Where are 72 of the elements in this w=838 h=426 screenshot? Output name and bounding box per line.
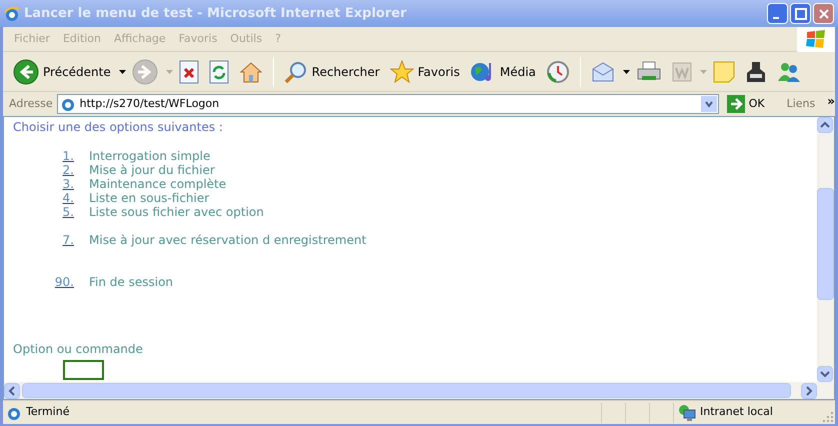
- option-link[interactable]: 5.: [62, 205, 74, 219]
- address-label: Adresse: [9, 96, 53, 112]
- minimize-icon: [773, 16, 779, 18]
- home-icon: [238, 60, 263, 84]
- option-label: Interrogation simple: [89, 149, 210, 163]
- network-computer-icon: [678, 404, 696, 422]
- note-icon: [712, 60, 735, 82]
- maximize-icon: [794, 8, 806, 20]
- option-link[interactable]: 1.: [62, 149, 74, 163]
- maximize-button[interactable]: [790, 3, 811, 24]
- caret-icon: [622, 70, 630, 74]
- option-link[interactable]: 4.: [62, 191, 74, 205]
- option-label: Liste sous fichier avec option: [89, 205, 264, 219]
- page-heading: Choisir une des options suivantes :: [13, 120, 224, 135]
- people-icon: [776, 60, 801, 82]
- command-field[interactable]: [63, 360, 104, 380]
- address-field[interactable]: http://s270/test/WFLogon: [56, 94, 719, 114]
- caret-icon: [118, 70, 126, 74]
- links-label[interactable]: Liens: [786, 96, 816, 112]
- resize-grip-icon[interactable]: [823, 412, 833, 422]
- search-icon: [284, 60, 308, 84]
- printer-icon: [636, 60, 662, 82]
- menu-item[interactable]: Outils: [230, 30, 262, 48]
- close-button[interactable]: [813, 3, 834, 24]
- scroll-down-button[interactable]: [817, 366, 833, 382]
- history-clock-icon: [546, 60, 570, 84]
- dropdown-button[interactable]: [700, 96, 717, 112]
- mail-icon: [590, 60, 615, 82]
- scroll-left-button[interactable]: [4, 382, 20, 398]
- option-label: Mise à jour avec réservation d enregistrement: [89, 233, 366, 247]
- menu-item[interactable]: Fichier: [14, 30, 50, 48]
- caret-icon: [700, 70, 707, 74]
- option-link[interactable]: 2.: [62, 163, 74, 177]
- star-icon: [390, 60, 414, 84]
- option-label: Fin de session: [89, 275, 174, 289]
- browser-logo-icon: [4, 6, 20, 22]
- caret-icon: [166, 70, 173, 74]
- scroll-thumb[interactable]: [22, 383, 791, 398]
- refresh-icon: [208, 60, 229, 84]
- toolbar-button[interactable]: Précédente: [9, 56, 115, 88]
- option-link[interactable]: 90.: [54, 275, 74, 289]
- document-icon: [672, 62, 692, 82]
- more-chevron[interactable]: »: [827, 92, 835, 110]
- scroll-right-button[interactable]: [801, 382, 817, 398]
- option-label: Mise à jour du fichier: [89, 163, 215, 177]
- menu-item[interactable]: Favoris: [178, 30, 218, 48]
- url-text: http://s270/test/WFLogon: [80, 96, 220, 112]
- command-label: Option ou commande: [13, 342, 144, 357]
- horizontal-scrollbar[interactable]: [4, 382, 817, 399]
- toolbar-button[interactable]: Rechercher: [280, 56, 384, 88]
- windows-flag-icon: [806, 30, 826, 48]
- status-text: Terminé: [26, 404, 70, 420]
- stop-icon: [178, 60, 199, 84]
- minimize-button[interactable]: [767, 3, 788, 24]
- menu-item[interactable]: Affichage: [114, 30, 166, 48]
- menu-item[interactable]: ?: [275, 30, 281, 48]
- close-icon: [818, 8, 830, 20]
- toolbar-button[interactable]: Favoris: [386, 56, 464, 88]
- toolbar-button[interactable]: Média: [466, 56, 540, 88]
- menu-item[interactable]: Edition: [62, 30, 102, 48]
- chevron-down-icon: [704, 99, 714, 109]
- option-link[interactable]: 7.: [62, 233, 74, 247]
- zone-text: Intranet local: [700, 404, 773, 420]
- option-link[interactable]: 3.: [62, 177, 74, 191]
- scroll-thumb[interactable]: [817, 188, 834, 300]
- go-arrow-icon: [726, 95, 745, 113]
- option-label: Liste en sous-fichier: [89, 191, 210, 205]
- go-button[interactable]: OK: [722, 95, 769, 113]
- scroll-up-button[interactable]: [817, 117, 833, 133]
- page-icon: [60, 96, 76, 112]
- window-title: Lancer le menu de test - Microsoft Internet Explorer: [24, 4, 408, 23]
- option-label: Maintenance complète: [89, 177, 226, 191]
